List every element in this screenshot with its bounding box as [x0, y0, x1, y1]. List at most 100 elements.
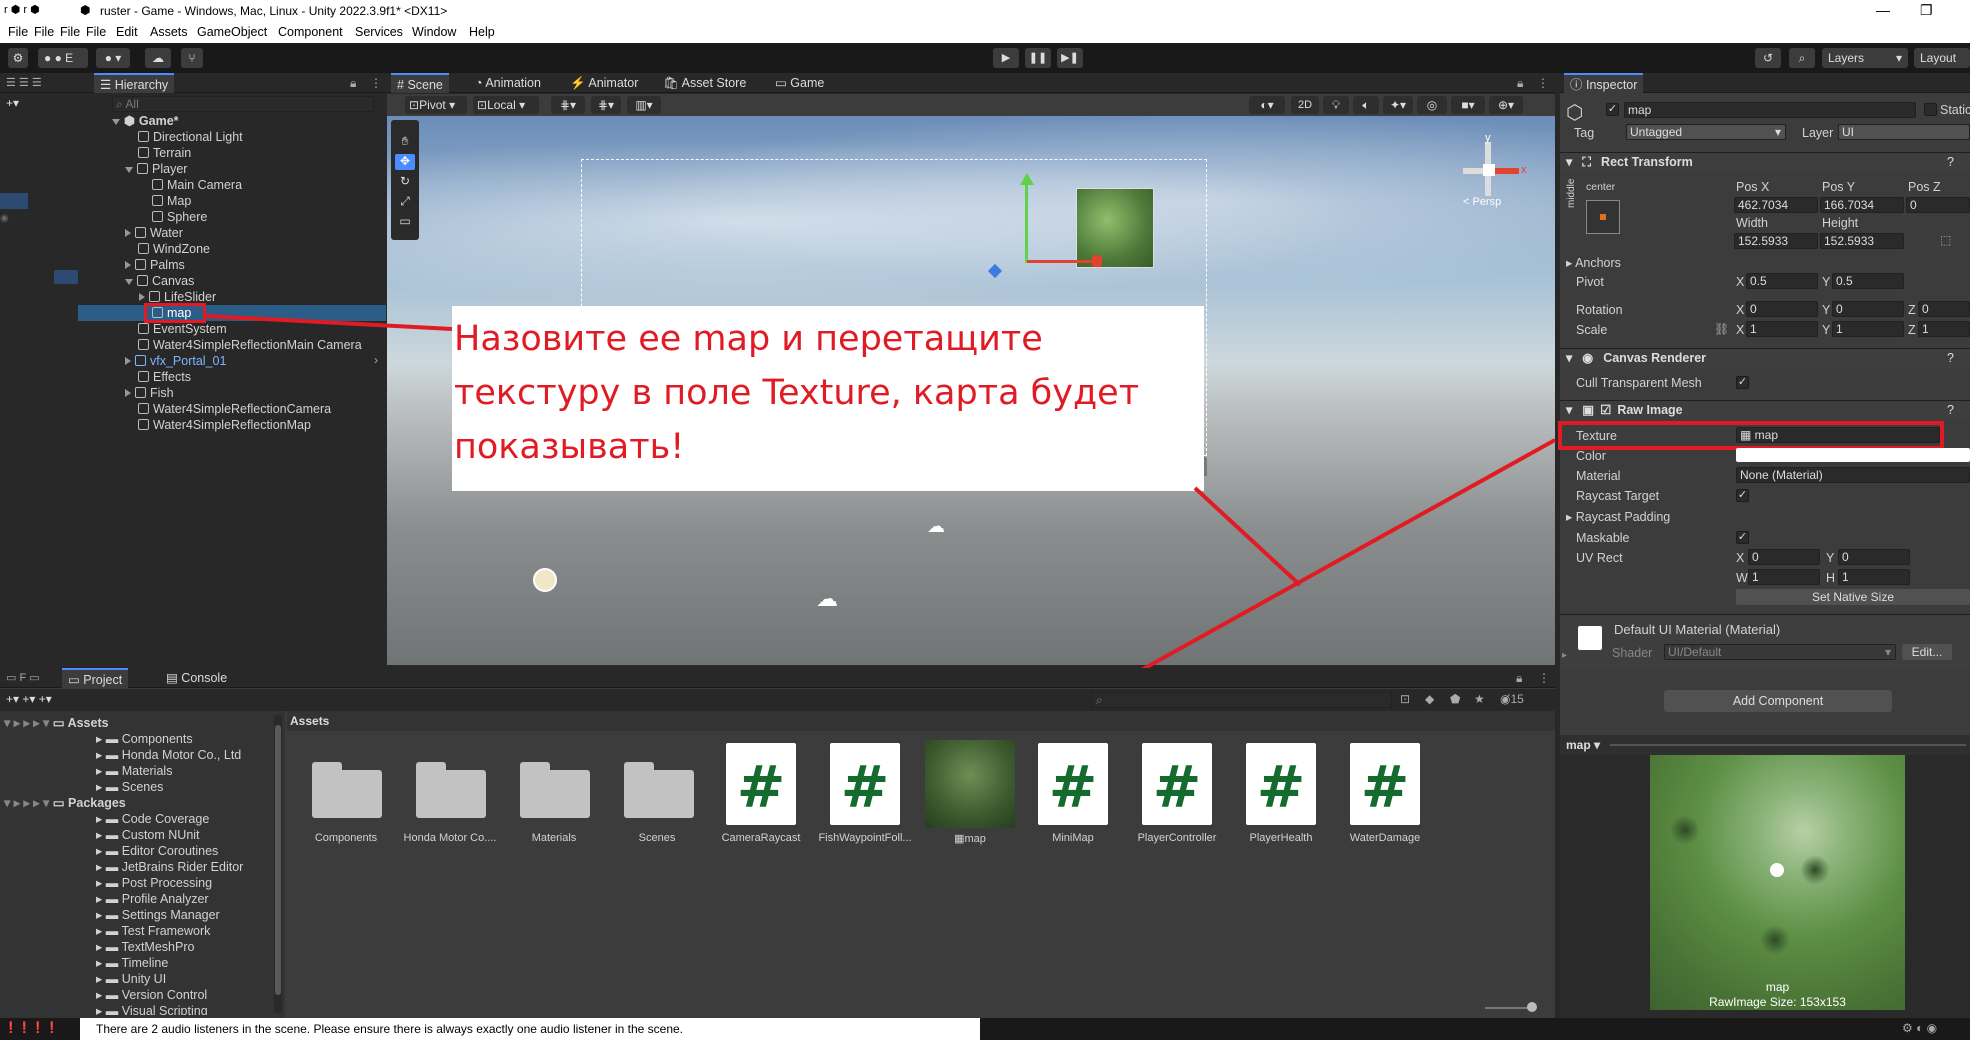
persp-label[interactable]: < Persp	[1463, 196, 1501, 208]
hierarchy-search-input[interactable]: ⌕ All	[112, 96, 374, 112]
pos-y-input[interactable]: 166.7034	[1820, 197, 1904, 213]
kebab-menu-icon[interactable]: ⋮	[1537, 76, 1549, 90]
width-input[interactable]: 152.5933	[1734, 233, 1818, 249]
pivot-y-input[interactable]: 0.5	[1832, 273, 1904, 289]
tree-package-item[interactable]: ▸ ▬ Visual Scripting	[96, 1003, 208, 1015]
tab-console[interactable]: ▤ Console	[160, 668, 233, 688]
hand-tool-icon[interactable]: ✋︎	[395, 134, 415, 150]
preview-resize-handle[interactable]	[1610, 744, 1966, 746]
light-gizmo-icon[interactable]	[533, 568, 557, 592]
menu-file-2[interactable]: File	[34, 25, 54, 39]
git-icon[interactable]: ⑂	[181, 48, 203, 68]
hierarchy-item-water4-camera[interactable]: Water4SimpleReflectionCamera	[138, 401, 331, 417]
hierarchy-item-water4-main-camera[interactable]: Water4SimpleReflectionMain Camera	[138, 337, 362, 353]
icon-size-slider-thumb[interactable]	[1527, 1002, 1537, 1012]
asset-script-fishwaypoint[interactable]: #	[830, 743, 900, 825]
rect-tool-icon[interactable]: ▭	[395, 214, 415, 230]
local-dropdown[interactable]: ⊡Local ▾	[473, 96, 539, 114]
uv-h-input[interactable]: 1	[1838, 569, 1910, 585]
tree-assets[interactable]: ▾ ▸ ▸ ▸ ▾ ▭ Assets	[4, 715, 109, 731]
hidden-objects-icon[interactable]: ◎	[1417, 96, 1447, 114]
hidden-packages-icon[interactable]: ◉̸15	[1500, 692, 1524, 706]
tree-package-item[interactable]: ▸ ▬ Profile Analyzer	[96, 891, 209, 907]
audio-icon[interactable]: 🔈︎	[1353, 96, 1379, 114]
object-name-input[interactable]: map	[1624, 102, 1916, 118]
help-icon[interactable]: ?	[1947, 349, 1954, 368]
color-swatch[interactable]	[1736, 448, 1970, 462]
panel-tabs-icon[interactable]: ☰ ☰ ☰	[6, 76, 42, 89]
height-input[interactable]: 152.5933	[1820, 233, 1904, 249]
gizmos-icon[interactable]: ⊕▾	[1489, 96, 1523, 114]
tree-package-item[interactable]: ▸ ▬ Custom NUnit	[96, 827, 200, 843]
tree-package-item[interactable]: ▸ ▬ Version Control	[96, 987, 207, 1003]
rotation-x-input[interactable]: 0	[1746, 301, 1818, 317]
tree-package-item[interactable]: ▸ ▬ Timeline	[96, 955, 168, 971]
material-field[interactable]: None (Material)	[1736, 467, 1970, 483]
rotation-y-input[interactable]: 0	[1832, 301, 1904, 317]
lock-icon[interactable]: 🔒︎	[350, 76, 356, 91]
lock-icon[interactable]: 🔒︎	[1517, 76, 1523, 91]
breadcrumb-assets[interactable]: Assets	[290, 714, 329, 728]
kebab-menu-icon[interactable]: ⋮	[370, 76, 382, 90]
cloud-icon[interactable]: ☁	[145, 48, 171, 68]
asset-script-cameraraycast[interactable]: #	[726, 743, 796, 825]
camera-settings-icon[interactable]: ■▾	[1451, 96, 1485, 114]
hierarchy-item-eventsystem[interactable]: EventSystem	[138, 321, 227, 337]
hierarchy-item-main-camera[interactable]: Main Camera	[152, 177, 242, 193]
tree-package-item[interactable]: ▸ ▬ Code Coverage	[96, 811, 209, 827]
scrollbar-thumb[interactable]	[275, 725, 281, 995]
effects-icon[interactable]: ✦▾	[1383, 96, 1413, 114]
tree-scrollbar[interactable]	[274, 715, 282, 1013]
cull-transparent-checkbox[interactable]: ✓	[1736, 376, 1749, 389]
minimize-icon[interactable]: —	[1876, 2, 1890, 18]
tab-hierarchy[interactable]: ☰ Hierarchy	[94, 73, 175, 93]
search-by-label-icon[interactable]: ◆	[1425, 692, 1434, 706]
create-asset-icon[interactable]: +▾ +▾ +▾	[6, 692, 52, 706]
search-icon[interactable]: ⌕	[1789, 48, 1815, 68]
favorites-icon[interactable]: ★	[1474, 692, 1485, 706]
undo-history-icon[interactable]: ↺	[1755, 48, 1781, 68]
status-message[interactable]: There are 2 audio listeners in the scene…	[96, 1022, 683, 1036]
tab-inspector[interactable]: ⓘ Inspector	[1564, 73, 1644, 93]
link-icon[interactable]: ⛓︎	[1714, 322, 1729, 336]
scale-tool-icon[interactable]: ⤢	[395, 194, 415, 210]
active-checkbox[interactable]: ✓	[1606, 103, 1619, 116]
move-gizmo-x-icon[interactable]	[1027, 260, 1097, 263]
hierarchy-item-water[interactable]: Water	[125, 225, 183, 241]
lock-icon[interactable]: 🔒︎	[1516, 671, 1522, 686]
hierarchy-item-windzone[interactable]: WindZone	[138, 241, 210, 257]
map-raw-image-preview[interactable]	[1076, 188, 1154, 268]
add-component-button[interactable]: Add Component	[1664, 690, 1892, 712]
kebab-menu-icon[interactable]: ⋮	[1538, 671, 1550, 685]
tree-package-item[interactable]: ▸ ▬ Post Processing	[96, 875, 212, 891]
layout-dropdown[interactable]: Layout	[1914, 48, 1970, 68]
asset-render-texture-map[interactable]	[925, 740, 1015, 828]
status-icons[interactable]: ⚙ ◐ ◉	[1902, 1021, 1937, 1035]
tree-item-components[interactable]: ▸ ▬ Components	[96, 731, 193, 747]
component-enabled-icon[interactable]: ☑	[1600, 403, 1611, 417]
layers-dropdown[interactable]: Layers ▾	[1822, 48, 1908, 68]
menu-edit[interactable]: Edit	[116, 25, 138, 39]
chevron-right-icon[interactable]: ›	[374, 353, 378, 367]
hierarchy-item-water4-map[interactable]: Water4SimpleReflectionMap	[138, 417, 311, 433]
menu-window[interactable]: Window	[412, 25, 456, 39]
grid-snap-icon[interactable]: ⋕▾	[551, 96, 585, 114]
help-icon[interactable]: ?	[1947, 401, 1954, 420]
lighting-icon[interactable]: 💡︎	[1323, 96, 1349, 114]
uv-w-input[interactable]: 1	[1748, 569, 1820, 585]
uv-x-input[interactable]: 0	[1748, 549, 1820, 565]
uv-y-input[interactable]: 0	[1838, 549, 1910, 565]
maskable-checkbox[interactable]: ✓	[1736, 531, 1749, 544]
tree-package-item[interactable]: ▸ ▬ Test Framework	[96, 923, 210, 939]
collab-icon[interactable]: ● ▾	[96, 48, 130, 68]
orientation-gizmo[interactable]: y x < Persp	[1457, 126, 1527, 216]
tab-scene[interactable]: # Scene	[391, 73, 449, 93]
scene-visibility-icon[interactable]: ◉	[0, 213, 28, 227]
pivot-dropdown[interactable]: ⊡Pivot ▾	[405, 96, 467, 114]
grid-visibility-icon[interactable]: ⋕▾	[591, 96, 621, 114]
menu-file[interactable]: File	[8, 25, 28, 39]
pos-z-input[interactable]: 0	[1906, 197, 1970, 213]
tree-package-item[interactable]: ▸ ▬ JetBrains Rider Editor	[96, 859, 243, 875]
restore-icon[interactable]: ❐	[1920, 2, 1933, 19]
hierarchy-item-player[interactable]: Player	[125, 161, 187, 177]
